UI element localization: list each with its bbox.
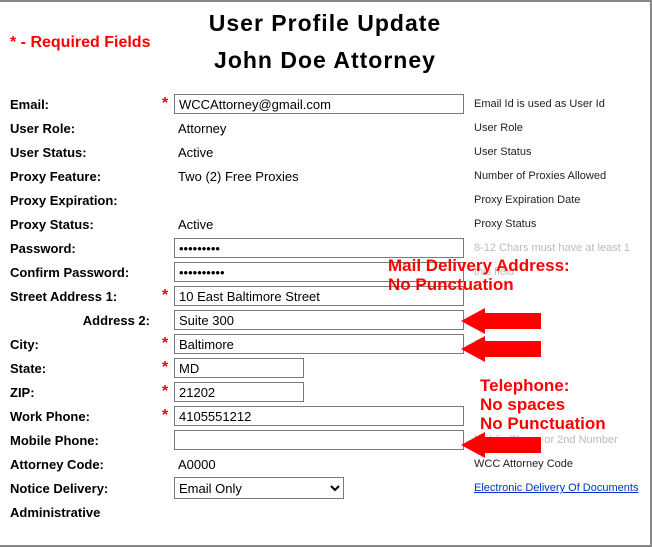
- label-mobile-phone: Mobile Phone:: [10, 428, 156, 452]
- label-zip: ZIP:: [10, 380, 156, 404]
- label-notice-delivery: Notice Delivery:: [10, 476, 156, 500]
- label-user-status: User Status:: [10, 140, 156, 164]
- hint-password: 8-12 Chars must have at least 1: [474, 236, 640, 260]
- label-proxy-expiration: Proxy Expiration:: [10, 188, 156, 212]
- required-marker: *: [156, 332, 174, 356]
- notice-delivery-select[interactable]: Email Only: [174, 477, 344, 499]
- hint-mobile-phone: Mobile Phone or 2nd Number: [474, 428, 640, 452]
- required-marker: *: [156, 404, 174, 428]
- label-proxy-feature: Proxy Feature:: [10, 164, 156, 188]
- hint-user-status: User Status: [474, 140, 640, 164]
- label-administrative: Administrative: [10, 500, 156, 524]
- city-field[interactable]: [174, 334, 464, 354]
- profile-form: Email: * Email Id is used as User Id Use…: [10, 92, 640, 524]
- state-field[interactable]: [174, 358, 304, 378]
- mobile-phone-field[interactable]: [174, 430, 464, 450]
- page-title: User Profile Update: [10, 10, 640, 37]
- hint-confirm-password: this field: [474, 260, 640, 284]
- required-marker: *: [156, 92, 174, 116]
- label-confirm-password: Confirm Password:: [10, 260, 156, 284]
- hint-user-role: User Role: [474, 116, 640, 140]
- hint-email: Email Id is used as User Id: [474, 92, 640, 116]
- label-street2: Address 2:: [10, 308, 156, 332]
- label-city: City:: [10, 332, 156, 356]
- value-proxy-expiration: [174, 191, 182, 210]
- label-proxy-status: Proxy Status:: [10, 212, 156, 236]
- hint-proxy-expiration: Proxy Expiration Date: [474, 188, 640, 212]
- email-field[interactable]: [174, 94, 464, 114]
- zip-field[interactable]: [174, 382, 304, 402]
- value-attorney-code: A0000: [174, 455, 220, 474]
- label-user-role: User Role:: [10, 116, 156, 140]
- password-field[interactable]: [174, 238, 464, 258]
- label-email: Email:: [10, 92, 156, 116]
- value-proxy-status: Active: [174, 215, 217, 234]
- required-marker: *: [156, 356, 174, 380]
- confirm-password-field[interactable]: [174, 262, 464, 282]
- work-phone-field[interactable]: [174, 406, 464, 426]
- hint-city: City: [474, 332, 640, 356]
- required-marker: *: [156, 284, 174, 308]
- label-state: State:: [10, 356, 156, 380]
- hint-proxy-status: Proxy Status: [474, 212, 640, 236]
- electronic-delivery-link[interactable]: Electronic Delivery Of Documents: [474, 482, 638, 494]
- label-work-phone: Work Phone:: [10, 404, 156, 428]
- street1-field[interactable]: [174, 286, 464, 306]
- hint-proxy-feature: Number of Proxies Allowed: [474, 164, 640, 188]
- required-fields-note: * - Required Fields: [10, 34, 150, 52]
- street2-field[interactable]: [174, 310, 464, 330]
- required-marker: *: [156, 380, 174, 404]
- value-user-role: Attorney: [174, 119, 230, 138]
- label-street1: Street Address 1:: [10, 284, 156, 308]
- hint-attorney-code: WCC Attorney Code: [474, 452, 640, 476]
- value-user-status: Active: [174, 143, 217, 162]
- label-password: Password:: [10, 236, 156, 260]
- label-attorney-code: Attorney Code:: [10, 452, 156, 476]
- value-proxy-feature: Two (2) Free Proxies: [174, 167, 303, 186]
